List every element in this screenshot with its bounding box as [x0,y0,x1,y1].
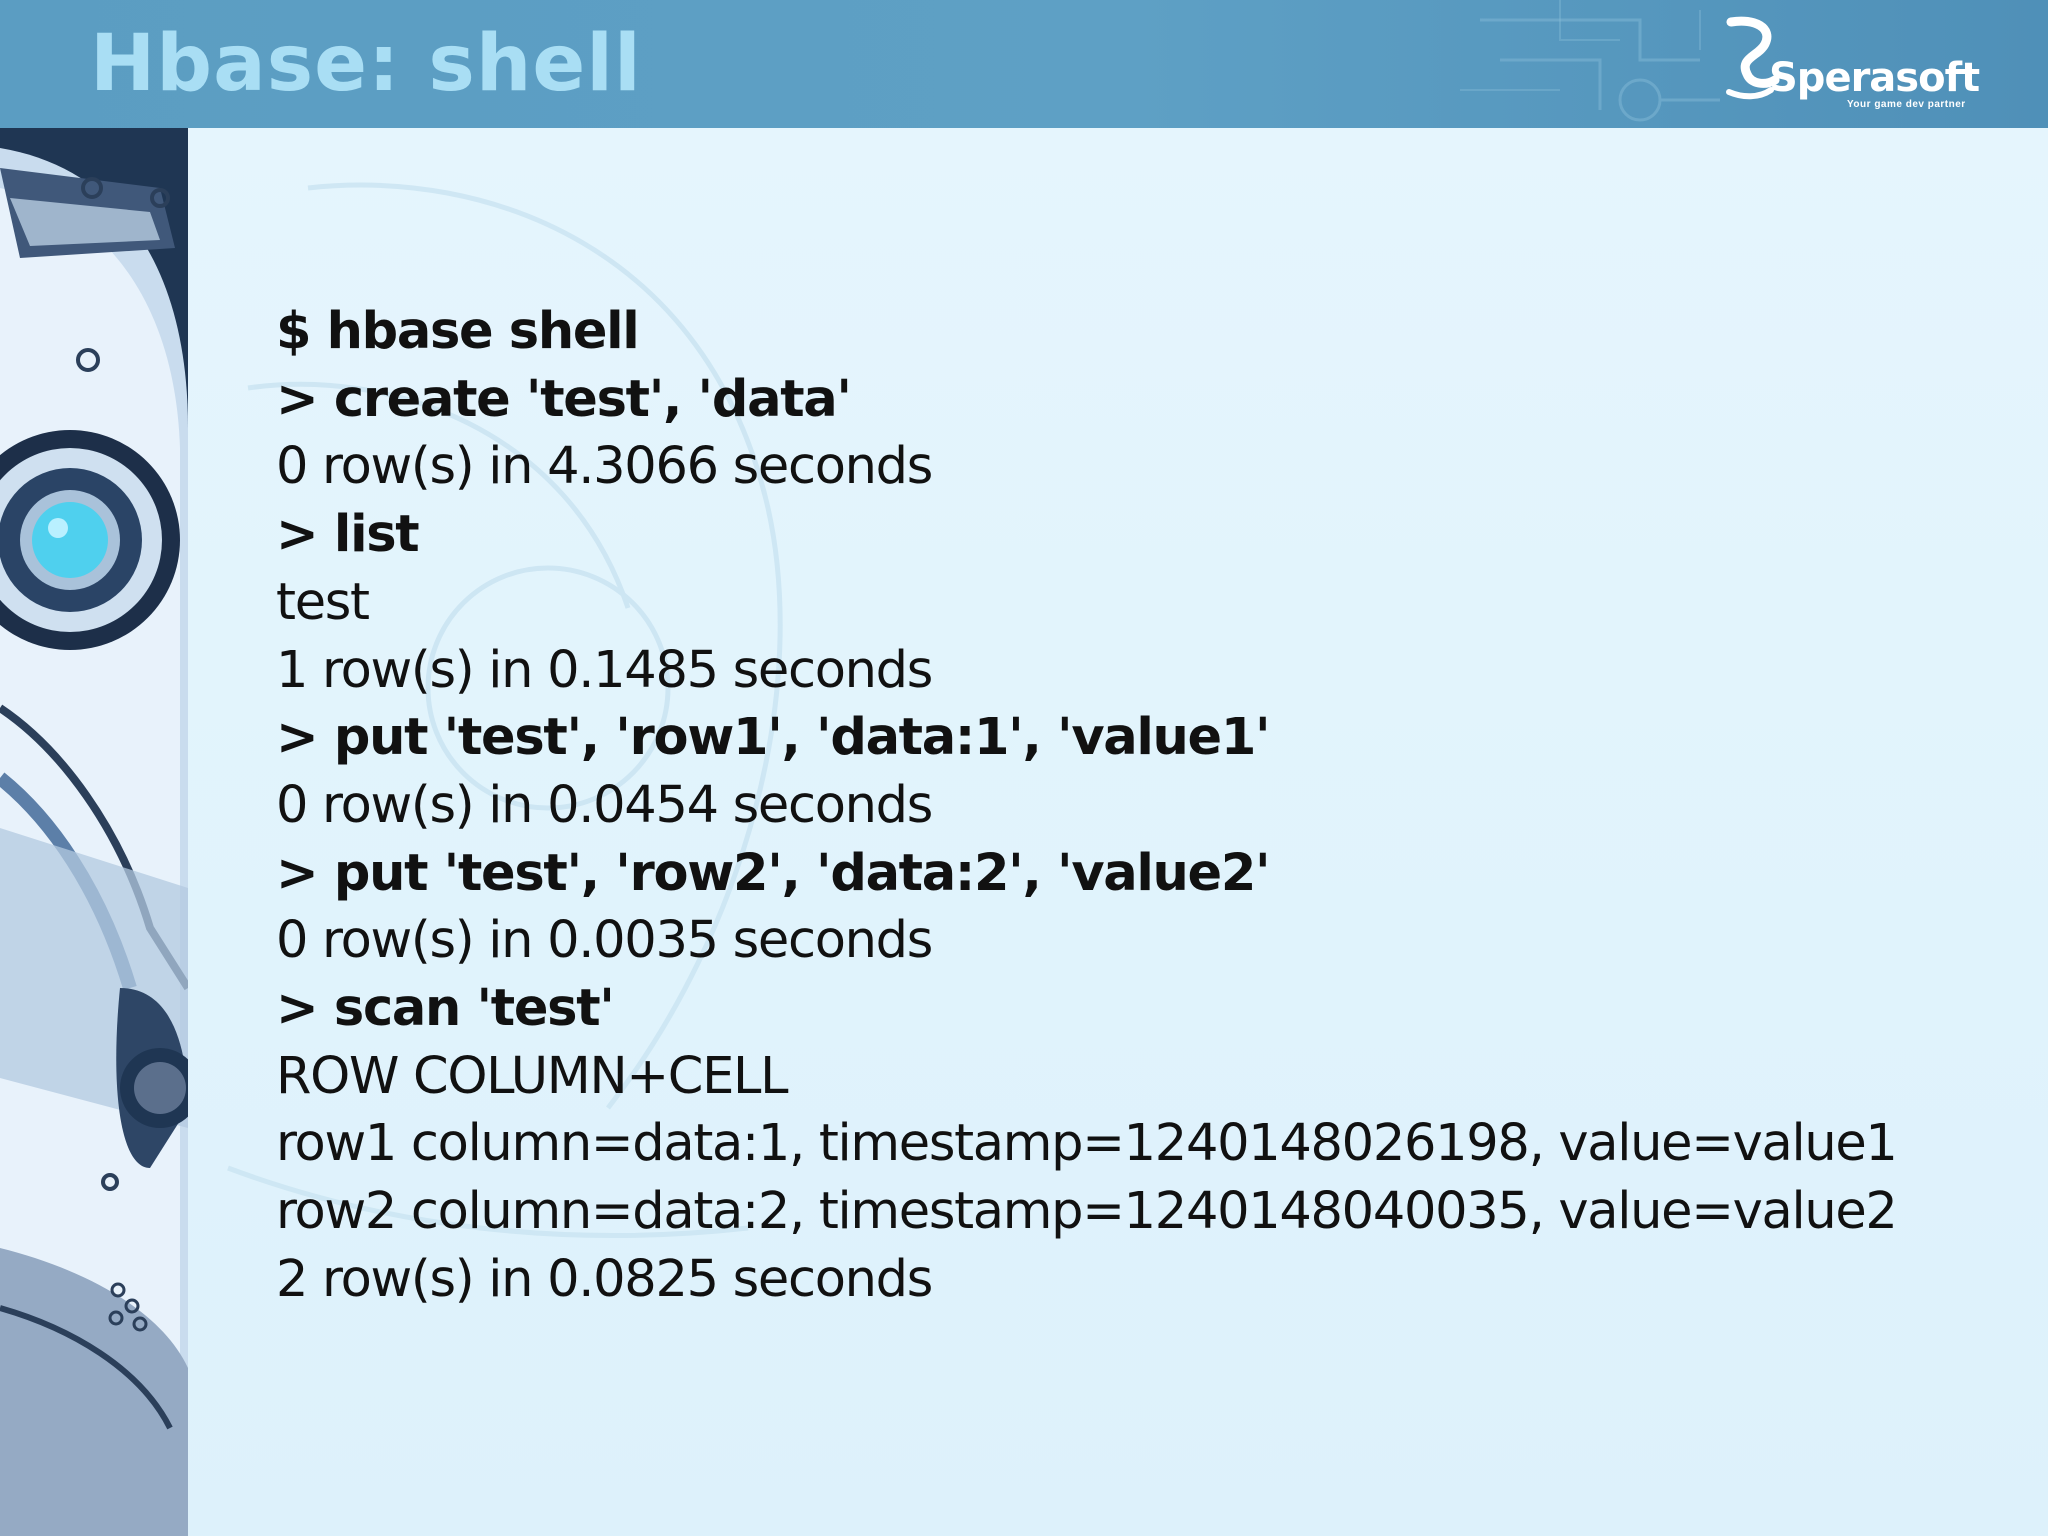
transcript-line: ROW COLUMN+CELL [276,1046,789,1106]
logo-tagline: Your game dev partner [1847,99,1966,110]
shell-session-transcript: $ hbase shell > create 'test', 'data' 0 … [276,298,1898,1314]
sperasoft-logo: Sperasoft Your game dev partner [1725,14,2005,114]
transcript-line: row1 column=data:1, timestamp=1240148026… [276,1114,1898,1174]
transcript-line: 0 row(s) in 0.0035 seconds [276,911,933,971]
logo-wordmark: Sperasoft [1769,55,1980,101]
robot-head-art-icon [0,128,188,1536]
transcript-line: > put 'test', 'row1', 'data:1', 'value1' [276,708,1271,768]
transcript-line: test [276,572,370,632]
slide-title: Hbase: shell [90,19,642,109]
transcript-line: 0 row(s) in 4.3066 seconds [276,437,933,497]
transcript-line: row2 column=data:2, timestamp=1240148040… [276,1182,1898,1242]
transcript-line: > scan 'test' [276,979,615,1039]
transcript-line: > create 'test', 'data' [276,369,852,429]
slide-body: $ hbase shell > create 'test', 'data' 0 … [188,128,2048,1536]
slide-header: Hbase: shell Sperasoft Your game dev par… [0,0,2048,128]
transcript-line: > put 'test', 'row2', 'data:2', 'value2' [276,843,1271,903]
transcript-line: 1 row(s) in 0.1485 seconds [276,640,933,700]
transcript-line: 2 row(s) in 0.0825 seconds [276,1249,933,1309]
transcript-line: 0 row(s) in 0.0454 seconds [276,775,933,835]
robot-illustration [0,128,188,1536]
transcript-line: > list [276,505,420,565]
transcript-line: $ hbase shell [276,302,640,361]
